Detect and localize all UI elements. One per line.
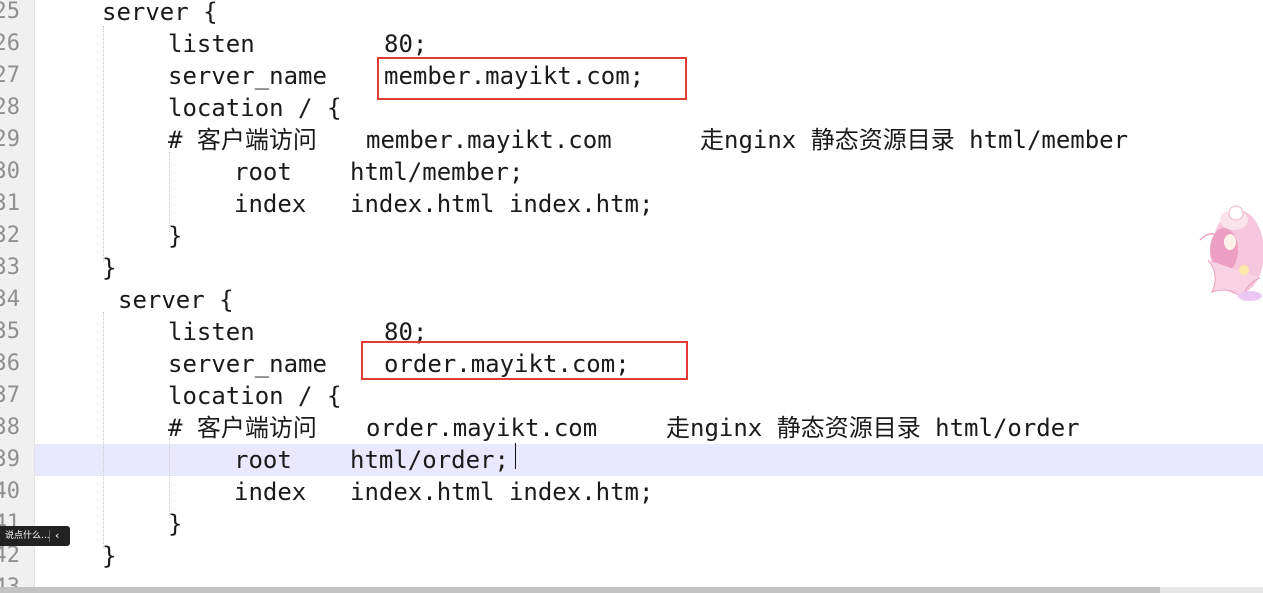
comment-description: 走nginx 静态资源目录 html/member — [700, 126, 1129, 154]
line-number: 40 — [0, 479, 20, 504]
line-number: 29 — [0, 127, 20, 152]
code-line[interactable]: server { — [34, 284, 1263, 316]
code-line[interactable]: location / { — [34, 380, 1263, 412]
line-number: 39 — [0, 447, 20, 472]
code-line[interactable]: # 客户端访问 order.mayikt.com 走nginx 静态资源目录 htm… — [34, 412, 1263, 444]
server-block-open: server { — [118, 286, 234, 314]
code-line[interactable]: root html/member; — [34, 156, 1263, 188]
server-name-directive: server_name — [168, 350, 327, 378]
comment-prefix: # 客户端访问 — [168, 414, 317, 442]
line-number: 30 — [0, 159, 20, 184]
anime-mascot-icon[interactable] — [1190, 200, 1263, 304]
indent-guide — [169, 152, 170, 232]
server-block-close: } — [102, 542, 117, 570]
line-number: 32 — [0, 223, 20, 248]
location-directive: location / { — [168, 94, 342, 122]
horizontal-scrollbar-thumb[interactable] — [0, 587, 1160, 593]
server-name-directive: server_name — [168, 62, 327, 90]
listen-directive: listen — [168, 30, 255, 58]
listen-port: 80; — [384, 30, 428, 58]
chevron-left-icon[interactable]: ‹ — [55, 526, 59, 546]
code-line[interactable]: } — [34, 220, 1263, 252]
chat-input-bubble[interactable]: 说点什么... ‹ — [0, 526, 70, 546]
root-path: html/member; — [350, 158, 524, 186]
comment-domain: order.mayikt.com — [366, 414, 598, 442]
code-line-current[interactable]: root html/order; — [34, 444, 1263, 476]
line-number-gutter: 25 26 27 28 29 30 31 32 33 34 35 36 37 38 39 40 41 42 43 — [0, 0, 35, 593]
server-name-highlight-order — [361, 341, 688, 380]
chat-bubble-label: 说点什么... — [5, 531, 49, 541]
index-directive: index — [234, 190, 307, 218]
comment-description: 走nginx 静态资源目录 html/order — [666, 414, 1080, 442]
index-files: index.html index.htm; — [350, 478, 654, 506]
server-block-open: server { — [102, 0, 218, 26]
text-caret — [515, 443, 516, 469]
comment-domain: member.mayikt.com — [366, 126, 612, 154]
indent-guide — [169, 438, 170, 518]
index-directive: index — [234, 478, 307, 506]
comment-prefix: # 客户端访问 — [168, 126, 317, 154]
line-number: 31 — [0, 191, 20, 216]
line-number: 35 — [0, 319, 20, 344]
code-line[interactable]: } — [34, 508, 1263, 540]
line-number: 26 — [0, 31, 20, 56]
line-number: 28 — [0, 95, 20, 120]
index-files: index.html index.htm; — [350, 190, 654, 218]
line-number: 37 — [0, 383, 20, 408]
code-line[interactable]: index index.html index.htm; — [34, 476, 1263, 508]
root-directive: root — [234, 446, 292, 474]
chat-bubble-divider — [49, 530, 50, 542]
horizontal-scrollbar[interactable] — [0, 587, 1263, 593]
code-line[interactable]: } — [34, 252, 1263, 284]
line-number: 38 — [0, 415, 20, 440]
server-block-close: } — [102, 254, 117, 282]
line-number: 27 — [0, 63, 20, 88]
code-line[interactable]: listen 80; — [34, 28, 1263, 60]
code-editor[interactable]: 25 26 27 28 29 30 31 32 33 34 35 36 37 38 39 40 41 42 43 s… — [0, 0, 1263, 593]
line-number: 34 — [0, 287, 20, 312]
line-number: 33 — [0, 255, 20, 280]
location-directive: location / { — [168, 382, 342, 410]
listen-directive: listen — [168, 318, 255, 346]
line-number: 25 — [0, 0, 20, 24]
line-number: 36 — [0, 351, 20, 376]
root-path: html/order; — [350, 446, 509, 474]
indent-guide — [103, 26, 104, 262]
location-block-close: } — [168, 510, 183, 538]
code-line[interactable]: # 客户端访问 member.mayikt.com 走nginx 静态资源目录 ht… — [34, 124, 1263, 156]
code-line[interactable]: server { — [34, 0, 1263, 28]
server-name-highlight-member — [377, 57, 687, 100]
location-block-close: } — [168, 222, 183, 250]
code-line[interactable]: index index.html index.htm; — [34, 188, 1263, 220]
indent-guide — [103, 312, 104, 548]
code-line[interactable]: } — [34, 540, 1263, 572]
root-directive: root — [234, 158, 292, 186]
